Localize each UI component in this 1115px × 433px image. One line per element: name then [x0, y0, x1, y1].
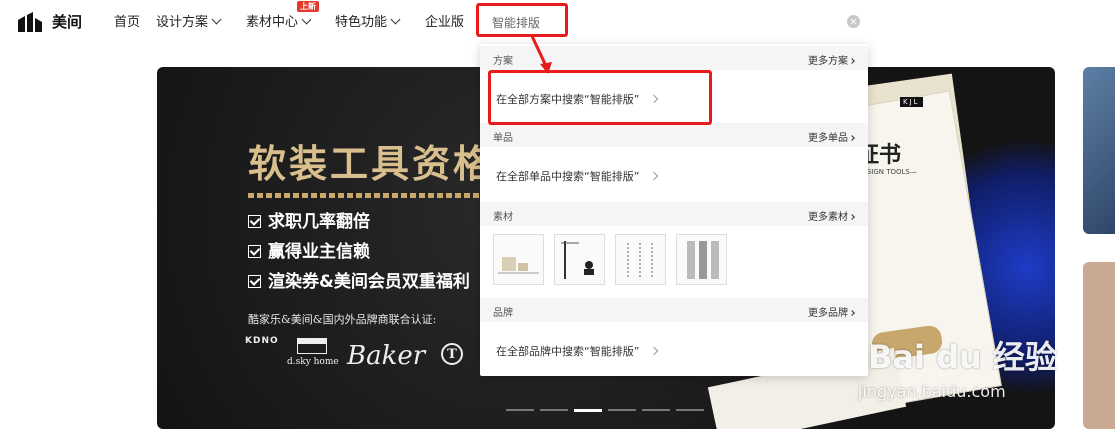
chevron-down-icon	[390, 14, 401, 25]
material-thumbnail[interactable]	[554, 234, 605, 285]
chevron-right-icon	[650, 346, 659, 356]
annotation-box-plans-row	[488, 70, 712, 125]
carousel-dot[interactable]	[676, 409, 704, 411]
chevron-right-icon	[849, 214, 855, 220]
search-all-brands-row[interactable]: 在全部品牌中搜索“智能排版”	[496, 343, 659, 359]
material-image	[561, 241, 594, 279]
house-icon	[297, 338, 327, 354]
section-label: 素材	[493, 212, 513, 223]
chevron-right-icon	[650, 171, 659, 181]
clear-icon[interactable]	[847, 15, 860, 28]
perk-item: 求职几率翻倍	[248, 207, 370, 232]
meijian-logo-icon[interactable]	[18, 12, 42, 32]
material-thumbnail[interactable]	[676, 234, 727, 285]
chevron-down-icon	[211, 14, 222, 25]
partner-logo-dsky: d.sky home	[287, 338, 339, 367]
chevron-down-icon	[301, 14, 312, 25]
watermark-url: jingyan.baidu.com	[858, 382, 1006, 401]
partner-logo-t: T	[441, 343, 463, 365]
more-materials-link[interactable]: 更多素材	[808, 208, 855, 223]
more-label: 更多单品	[808, 133, 848, 144]
banner-title: 软装工具资格	[248, 141, 495, 186]
nav-item-label: 设计方案	[156, 15, 209, 30]
partner-logo-kdno: KDNO	[245, 337, 278, 369]
partner-logo-baker: Baker	[347, 341, 426, 371]
perk-item: 赢得业主信赖	[248, 237, 370, 262]
section-header-materials: 素材 更多素材	[480, 202, 868, 226]
annotation-box-search	[476, 3, 568, 37]
row-label: 在全部单品中搜索“智能排版”	[496, 170, 640, 183]
nav-item-features[interactable]: 特色功能	[335, 14, 401, 32]
carousel-dot[interactable]	[506, 409, 534, 411]
material-thumbnail[interactable]	[493, 234, 544, 285]
search-all-items-row[interactable]: 在全部单品中搜索“智能排版”	[496, 168, 659, 184]
watermark-text: Bai du 经验	[868, 338, 1057, 376]
material-thumbnail[interactable]	[615, 234, 666, 285]
section-label: 品牌	[493, 308, 513, 319]
section-label: 方案	[493, 56, 513, 67]
nav-item-home[interactable]: 首页	[114, 14, 140, 32]
checkbox-icon	[248, 215, 261, 228]
perk-item: 渲染券&美间会员双重福利	[248, 267, 470, 292]
nav-item-enterprise[interactable]: 企业版	[425, 14, 464, 32]
more-label: 更多素材	[808, 212, 848, 223]
material-image	[498, 257, 539, 274]
more-plans-link[interactable]: 更多方案	[808, 52, 855, 67]
partner-name: d.sky home	[287, 357, 339, 367]
more-label: 更多方案	[808, 56, 848, 67]
more-brands-link[interactable]: 更多品牌	[808, 304, 855, 319]
new-badge: 上新	[297, 1, 319, 12]
chevron-right-icon	[849, 58, 855, 64]
carousel-dot-active[interactable]	[574, 409, 602, 412]
nav-item-label: 特色功能	[335, 15, 388, 30]
carousel-dot[interactable]	[608, 409, 636, 411]
nav-item-label: 首页	[114, 15, 141, 30]
certification-text: 酷家乐&美间&国内外品牌商联合认证:	[248, 313, 437, 326]
carousel-dot[interactable]	[642, 409, 670, 411]
chevron-right-icon	[849, 310, 855, 316]
perk-label: 赢得业主信赖	[268, 242, 370, 262]
more-label: 更多品牌	[808, 308, 848, 319]
material-image	[627, 243, 653, 277]
checkbox-icon	[248, 275, 261, 288]
row-label: 在全部品牌中搜索“智能排版”	[496, 345, 640, 358]
side-banner-card[interactable]	[1083, 262, 1115, 429]
nav-item-design-plans[interactable]: 设计方案	[156, 14, 222, 32]
nav-item-material-center[interactable]: 素材中心	[246, 14, 312, 32]
gold-divider	[248, 193, 488, 198]
brand-name[interactable]: 美间	[52, 12, 82, 32]
perk-label: 求职几率翻倍	[268, 212, 370, 232]
chevron-right-icon	[849, 135, 855, 141]
checkbox-icon	[248, 245, 261, 258]
section-header-items: 单品 更多单品	[480, 123, 868, 147]
section-header-brands: 品牌 更多品牌	[480, 298, 868, 322]
side-banner-card[interactable]	[1083, 67, 1115, 234]
certificate-badge: KJL	[900, 97, 923, 107]
nav-item-label: 素材中心	[246, 15, 299, 30]
nav-item-label: 企业版	[425, 15, 465, 30]
annotation-arrow-icon	[530, 35, 552, 74]
perk-label: 渲染券&美间会员双重福利	[268, 272, 470, 292]
carousel-dot[interactable]	[540, 409, 568, 411]
material-image	[687, 241, 719, 279]
more-items-link[interactable]: 更多单品	[808, 129, 855, 144]
partner-name: KDNO	[245, 336, 279, 346]
section-label: 单品	[493, 133, 513, 144]
